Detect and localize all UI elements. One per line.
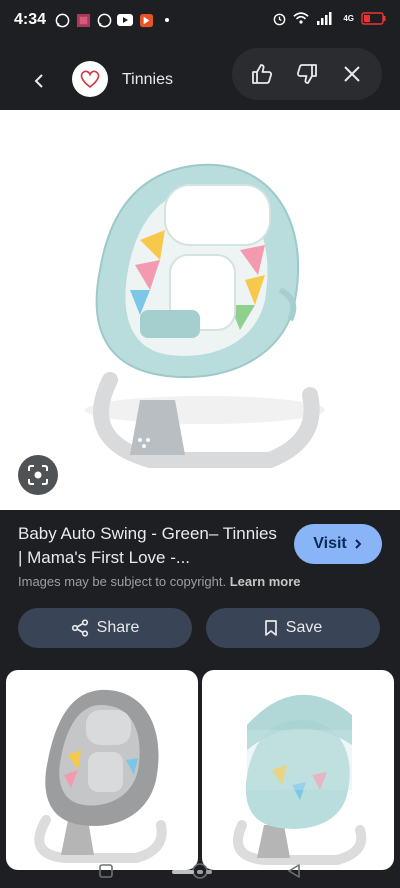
close-button[interactable]	[334, 56, 370, 92]
bookmark-icon	[264, 620, 277, 636]
copyright-notice: Images may be subject to copyright. Lear…	[18, 574, 301, 589]
learn-more-link[interactable]: Learn more	[230, 574, 301, 589]
copyright-text: Images may be subject to copyright.	[18, 574, 227, 589]
network-label: 4G	[343, 13, 354, 23]
chevron-right-icon	[355, 539, 362, 549]
status-time: 4:34	[14, 11, 47, 28]
thumbs-down-icon	[296, 64, 317, 84]
lens-icon	[28, 465, 48, 485]
alarm-icon	[271, 10, 287, 26]
chevron-left-icon	[34, 74, 43, 88]
close-icon	[343, 66, 360, 82]
back-nav-button[interactable]	[286, 863, 302, 884]
related-image-gray-swing[interactable]	[6, 670, 198, 870]
share-icon	[71, 619, 88, 637]
site-name: Tinnies	[122, 71, 173, 88]
back-button[interactable]	[24, 66, 54, 96]
page-indicator	[172, 870, 212, 874]
canopy-swing-illustration	[233, 694, 367, 865]
app-icon	[138, 12, 154, 28]
photo-icon	[75, 12, 91, 28]
site-logo	[72, 61, 108, 97]
square-icon	[99, 863, 114, 878]
whatsapp-icon	[96, 12, 112, 28]
thumbs-down-button[interactable]	[289, 56, 325, 92]
notification-icons	[54, 12, 175, 28]
visit-button[interactable]: Visit	[294, 524, 382, 564]
status-bar: 4:34 4G	[0, 0, 400, 40]
recents-button[interactable]	[98, 863, 114, 884]
top-header: Tinnies	[0, 48, 400, 110]
triangle-back-icon	[287, 863, 300, 878]
battery-icon	[360, 10, 388, 26]
share-button[interactable]: Share	[18, 608, 192, 648]
visit-label: Visit	[313, 535, 347, 552]
lens-search-button[interactable]	[18, 455, 58, 495]
system-icons: 4G	[271, 10, 388, 26]
result-title[interactable]: Baby Auto Swing - Green– Tinnies | Mama'…	[18, 522, 280, 570]
heart-icon	[80, 70, 100, 89]
share-label: Share	[96, 619, 140, 636]
youtube-icon	[117, 12, 134, 28]
feedback-pill	[232, 48, 382, 100]
related-image-canopy-swing[interactable]	[202, 670, 394, 870]
save-label: Save	[285, 619, 323, 636]
whatsapp-icon	[54, 12, 70, 28]
dot-icon	[159, 12, 175, 28]
thumbs-up-icon	[252, 64, 273, 84]
save-button[interactable]: Save	[206, 608, 380, 648]
baby-swing-illustration	[85, 163, 325, 468]
thumbs-up-button[interactable]	[244, 56, 280, 92]
wifi-icon	[293, 10, 309, 26]
main-product-image[interactable]	[0, 110, 400, 510]
gray-swing-illustration	[34, 689, 167, 863]
signal-icon	[315, 10, 337, 26]
